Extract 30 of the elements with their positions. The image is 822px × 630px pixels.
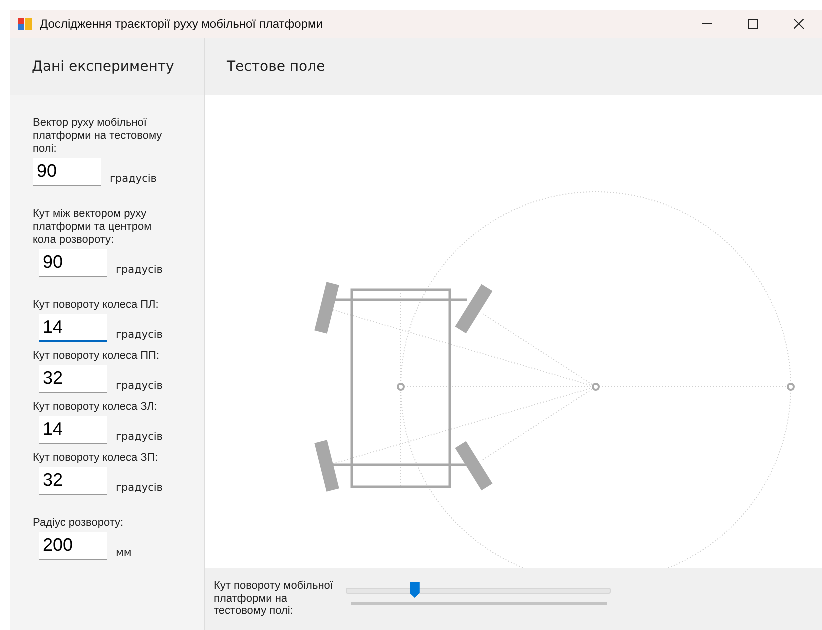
number-field[interactable]: 14	[39, 416, 107, 444]
field-label: Вектор руху мобільної платформи на тестовому полі:	[33, 117, 164, 156]
close-icon	[794, 19, 804, 29]
field-label: Кут повороту колеса ЗЛ:	[33, 401, 158, 414]
number-field[interactable]: 32	[39, 365, 107, 393]
number-field[interactable]: 90	[39, 249, 107, 277]
unit-label: градусів	[116, 329, 163, 341]
field-label: Кут повороту колеса ПЛ:	[33, 299, 160, 312]
number-field[interactable]: 90	[33, 158, 101, 186]
panel-title: Дані експерименту	[32, 58, 174, 74]
field-label: Кут повороту колеса ПП:	[33, 350, 161, 363]
field-label: Кут між вектором руху платформи та центром кола розвороту:	[33, 208, 153, 247]
number-field[interactable]: 14	[39, 314, 107, 342]
field-label: Радіус розвороту:	[33, 517, 125, 530]
unit-label: градусів	[116, 380, 163, 392]
field-label: Кут повороту колеса ЗП:	[33, 452, 160, 465]
window-title: Дослідження траєкторії руху мобільної платформи	[40, 17, 324, 31]
panel-title: Тестове поле	[227, 58, 326, 74]
rotation-slider[interactable]	[346, 580, 611, 606]
unit-label: градусів	[116, 264, 163, 276]
number-field[interactable]: 32	[39, 467, 107, 495]
maximize-icon	[748, 19, 758, 29]
unit-label: градусів	[110, 173, 157, 185]
app-icon	[18, 18, 32, 30]
unit-label: градусів	[116, 482, 163, 494]
unit-label: градусів	[116, 431, 163, 443]
number-field[interactable]: 200	[39, 532, 107, 560]
slider-label: Кут повороту мобільної платформи на тестовому полі:	[214, 580, 334, 618]
unit-label: мм	[116, 547, 132, 559]
slider-thumb[interactable]	[410, 582, 420, 598]
